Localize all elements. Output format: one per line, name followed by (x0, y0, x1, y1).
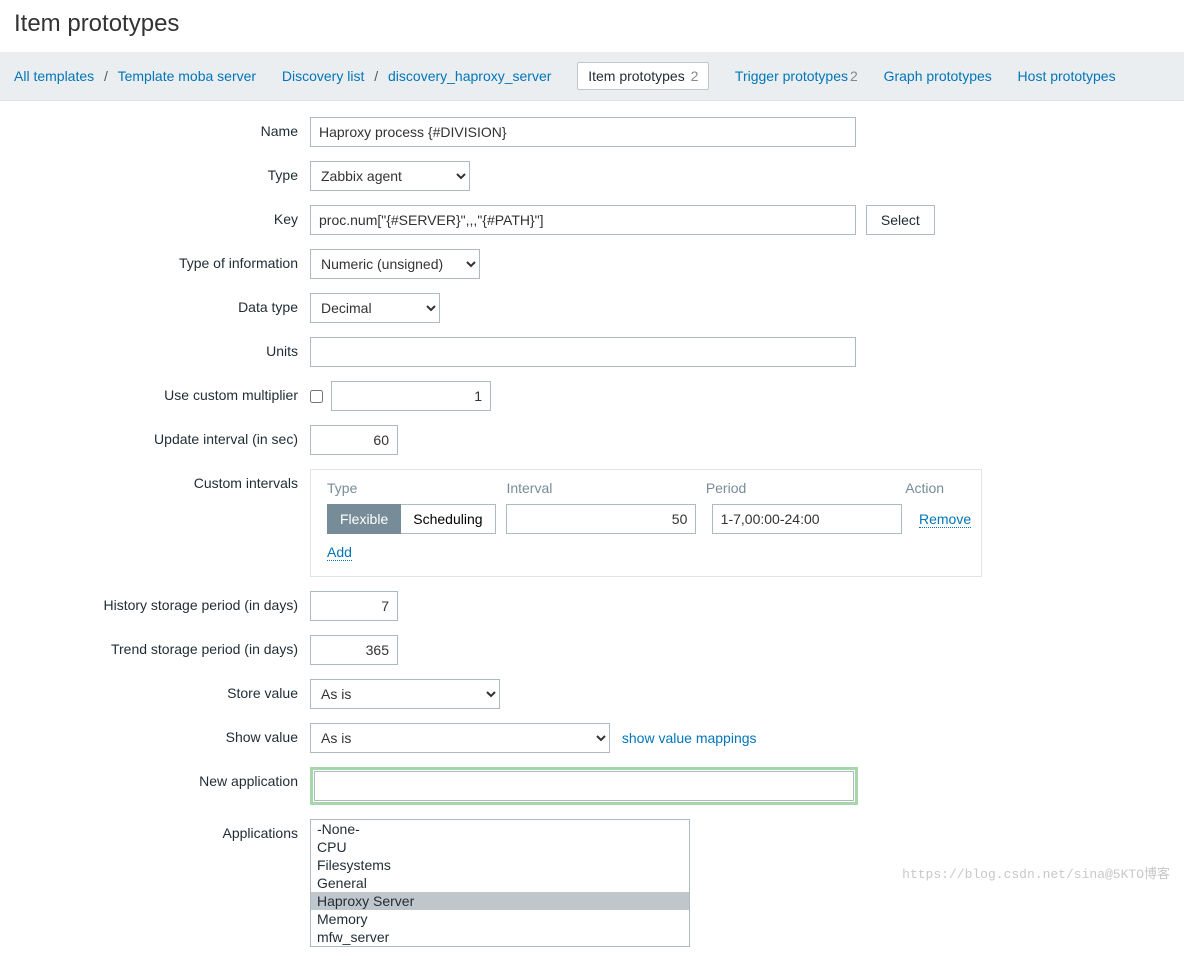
show-value-select[interactable]: As is (310, 723, 610, 753)
tab-trigger-prototypes[interactable]: Trigger prototypes2 (735, 68, 862, 84)
label-type-of-info: Type of information (20, 249, 310, 271)
tab-host-prototypes[interactable]: Host prototypes (1018, 68, 1116, 84)
select-button[interactable]: Select (866, 205, 935, 235)
ci-header-action: Action (905, 480, 965, 496)
label-show-value: Show value (20, 723, 310, 745)
label-applications: Applications (20, 819, 310, 841)
tab-count: 2 (850, 68, 858, 84)
breadcrumb-all-templates[interactable]: All templates (14, 68, 94, 84)
ci-header-interval: Interval (506, 480, 705, 496)
label-history-storage: History storage period (in days) (20, 591, 310, 613)
label-key: Key (20, 205, 310, 227)
list-item[interactable]: Filesystems (311, 856, 689, 874)
list-item[interactable]: General (311, 874, 689, 892)
page-title: Item prototypes (14, 10, 1170, 38)
list-item[interactable]: Memory (311, 910, 689, 928)
label-data-type: Data type (20, 293, 310, 315)
label-units: Units (20, 337, 310, 359)
tab-count: 2 (691, 68, 699, 84)
label-trend-storage: Trend storage period (in days) (20, 635, 310, 657)
list-item[interactable]: -None- (311, 820, 689, 838)
multiplier-checkbox[interactable] (310, 390, 323, 403)
remove-link[interactable]: Remove (919, 511, 971, 528)
flexible-button[interactable]: Flexible (327, 504, 401, 534)
label-custom-intervals: Custom intervals (20, 469, 310, 491)
applications-listbox[interactable]: -None-CPUFilesystemsGeneralHaproxy Serve… (310, 819, 690, 947)
label-update-interval: Update interval (in sec) (20, 425, 310, 447)
ci-interval-input[interactable] (506, 504, 696, 534)
label-name: Name (20, 117, 310, 139)
breadcrumb-nav: All templates / Template moba server Dis… (0, 52, 1184, 101)
list-item[interactable]: Haproxy Server (311, 892, 689, 910)
label-multiplier: Use custom multiplier (20, 381, 310, 403)
scheduling-button[interactable]: Scheduling (401, 504, 495, 534)
tab-label: Item prototypes (588, 68, 685, 84)
breadcrumb-template[interactable]: Template moba server (118, 68, 257, 84)
breadcrumb-sep: / (104, 68, 108, 84)
update-interval-input[interactable] (310, 425, 398, 455)
ci-header-type: Type (327, 480, 506, 496)
data-type-select[interactable]: Decimal (310, 293, 440, 323)
units-input[interactable] (310, 337, 856, 367)
show-value-mappings-link[interactable]: show value mappings (622, 730, 757, 746)
breadcrumb-discovery-rule[interactable]: discovery_haproxy_server (388, 68, 551, 84)
history-storage-input[interactable] (310, 591, 398, 621)
tab-graph-prototypes[interactable]: Graph prototypes (884, 68, 992, 84)
key-input[interactable] (310, 205, 856, 235)
ci-period-input[interactable] (712, 504, 902, 534)
type-select[interactable]: Zabbix agent (310, 161, 470, 191)
tab-item-prototypes[interactable]: Item prototypes 2 (577, 62, 709, 90)
ci-header-period: Period (706, 480, 905, 496)
new-application-input[interactable] (314, 771, 854, 801)
list-item[interactable]: CPU (311, 838, 689, 856)
label-type: Type (20, 161, 310, 183)
store-value-select[interactable]: As is (310, 679, 500, 709)
custom-intervals-box: Type Interval Period Action Flexible Sch… (310, 469, 982, 577)
trend-storage-input[interactable] (310, 635, 398, 665)
breadcrumb-discovery-list[interactable]: Discovery list (282, 68, 364, 84)
type-of-info-select[interactable]: Numeric (unsigned) (310, 249, 480, 279)
new-application-highlight (310, 767, 858, 805)
label-store-value: Store value (20, 679, 310, 701)
label-new-application: New application (20, 767, 310, 789)
add-link[interactable]: Add (327, 544, 352, 561)
list-item[interactable]: mfw_server (311, 928, 689, 946)
multiplier-input (331, 381, 491, 411)
breadcrumb-sep: / (374, 68, 378, 84)
name-input[interactable] (310, 117, 856, 147)
